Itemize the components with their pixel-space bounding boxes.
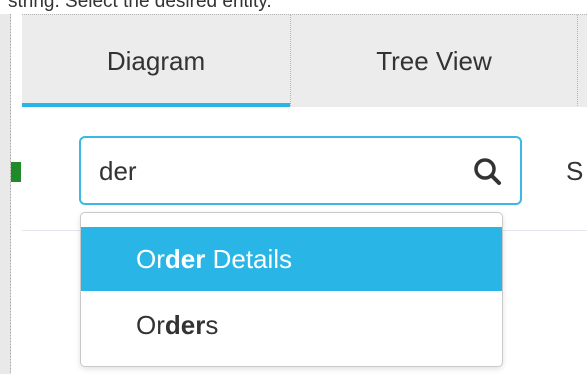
tab-tree-view-label: Tree View bbox=[376, 46, 492, 76]
search-input-value: der bbox=[99, 156, 137, 186]
left-accent-marker bbox=[11, 162, 21, 182]
tab-bar: Diagram Tree View bbox=[22, 14, 587, 108]
suggestion-order-details[interactable]: Order Details bbox=[81, 227, 502, 291]
suggestion-prefix: Or bbox=[136, 244, 165, 274]
tab-tree-view[interactable]: Tree View bbox=[290, 15, 578, 108]
suggestion-match: der bbox=[164, 244, 206, 274]
tab-diagram[interactable]: Diagram bbox=[22, 15, 290, 108]
suggestion-match: der bbox=[164, 310, 206, 340]
suggestion-suffix: s bbox=[205, 310, 219, 340]
instruction-text: string. Select the desired entity. bbox=[8, 0, 272, 12]
autocomplete-dropdown: Order Details Orders bbox=[80, 212, 503, 367]
search-input[interactable]: der bbox=[79, 136, 522, 205]
next-field-label: S bbox=[566, 156, 584, 186]
suggestion-orders[interactable]: Orders bbox=[81, 293, 502, 357]
app-window: string. Select the desired entity. Diagr… bbox=[0, 0, 587, 374]
search-icon[interactable] bbox=[470, 154, 506, 190]
suggestion-prefix: Or bbox=[136, 310, 165, 340]
tab-diagram-label: Diagram bbox=[106, 46, 206, 76]
suggestion-suffix: Details bbox=[205, 244, 293, 274]
left-frame-divider bbox=[10, 14, 11, 374]
